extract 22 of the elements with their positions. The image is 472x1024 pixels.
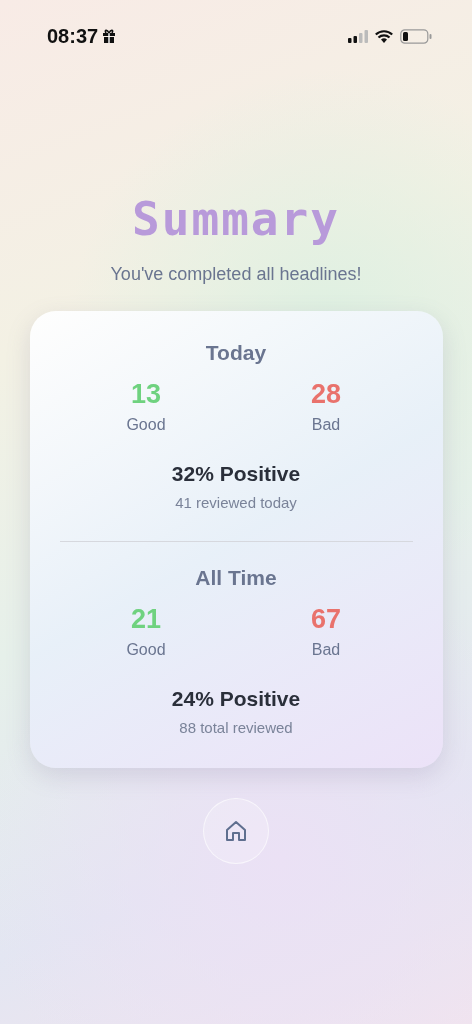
good-count: 21 [130,604,161,635]
section-heading: All Time [195,566,277,590]
count-label: Good [126,416,166,434]
bad-count: 67 [310,604,341,635]
count-label: Bad [311,641,341,659]
count-label: Bad [311,416,341,434]
section-heading: Today [205,341,267,365]
battery-icon [400,28,432,44]
summary-title: Summary [132,194,340,244]
count-label: Good [126,641,166,659]
good-count: 13 [130,379,161,410]
reviewed-count: 88 total reviewed [179,719,293,736]
positive-percentage: 24% Positive [171,687,301,711]
wifi-icon [375,29,393,43]
bad-count: 28 [310,379,341,410]
reviewed-count: 41 reviewed today [175,494,297,511]
gift-icon [102,29,117,43]
signal-icon [348,29,368,43]
subtitle: You've completed all headlines! [110,264,362,285]
positive-percentage: 32% Positive [171,462,301,486]
home-icon [224,819,248,843]
status-time: 08:37 [47,24,99,48]
